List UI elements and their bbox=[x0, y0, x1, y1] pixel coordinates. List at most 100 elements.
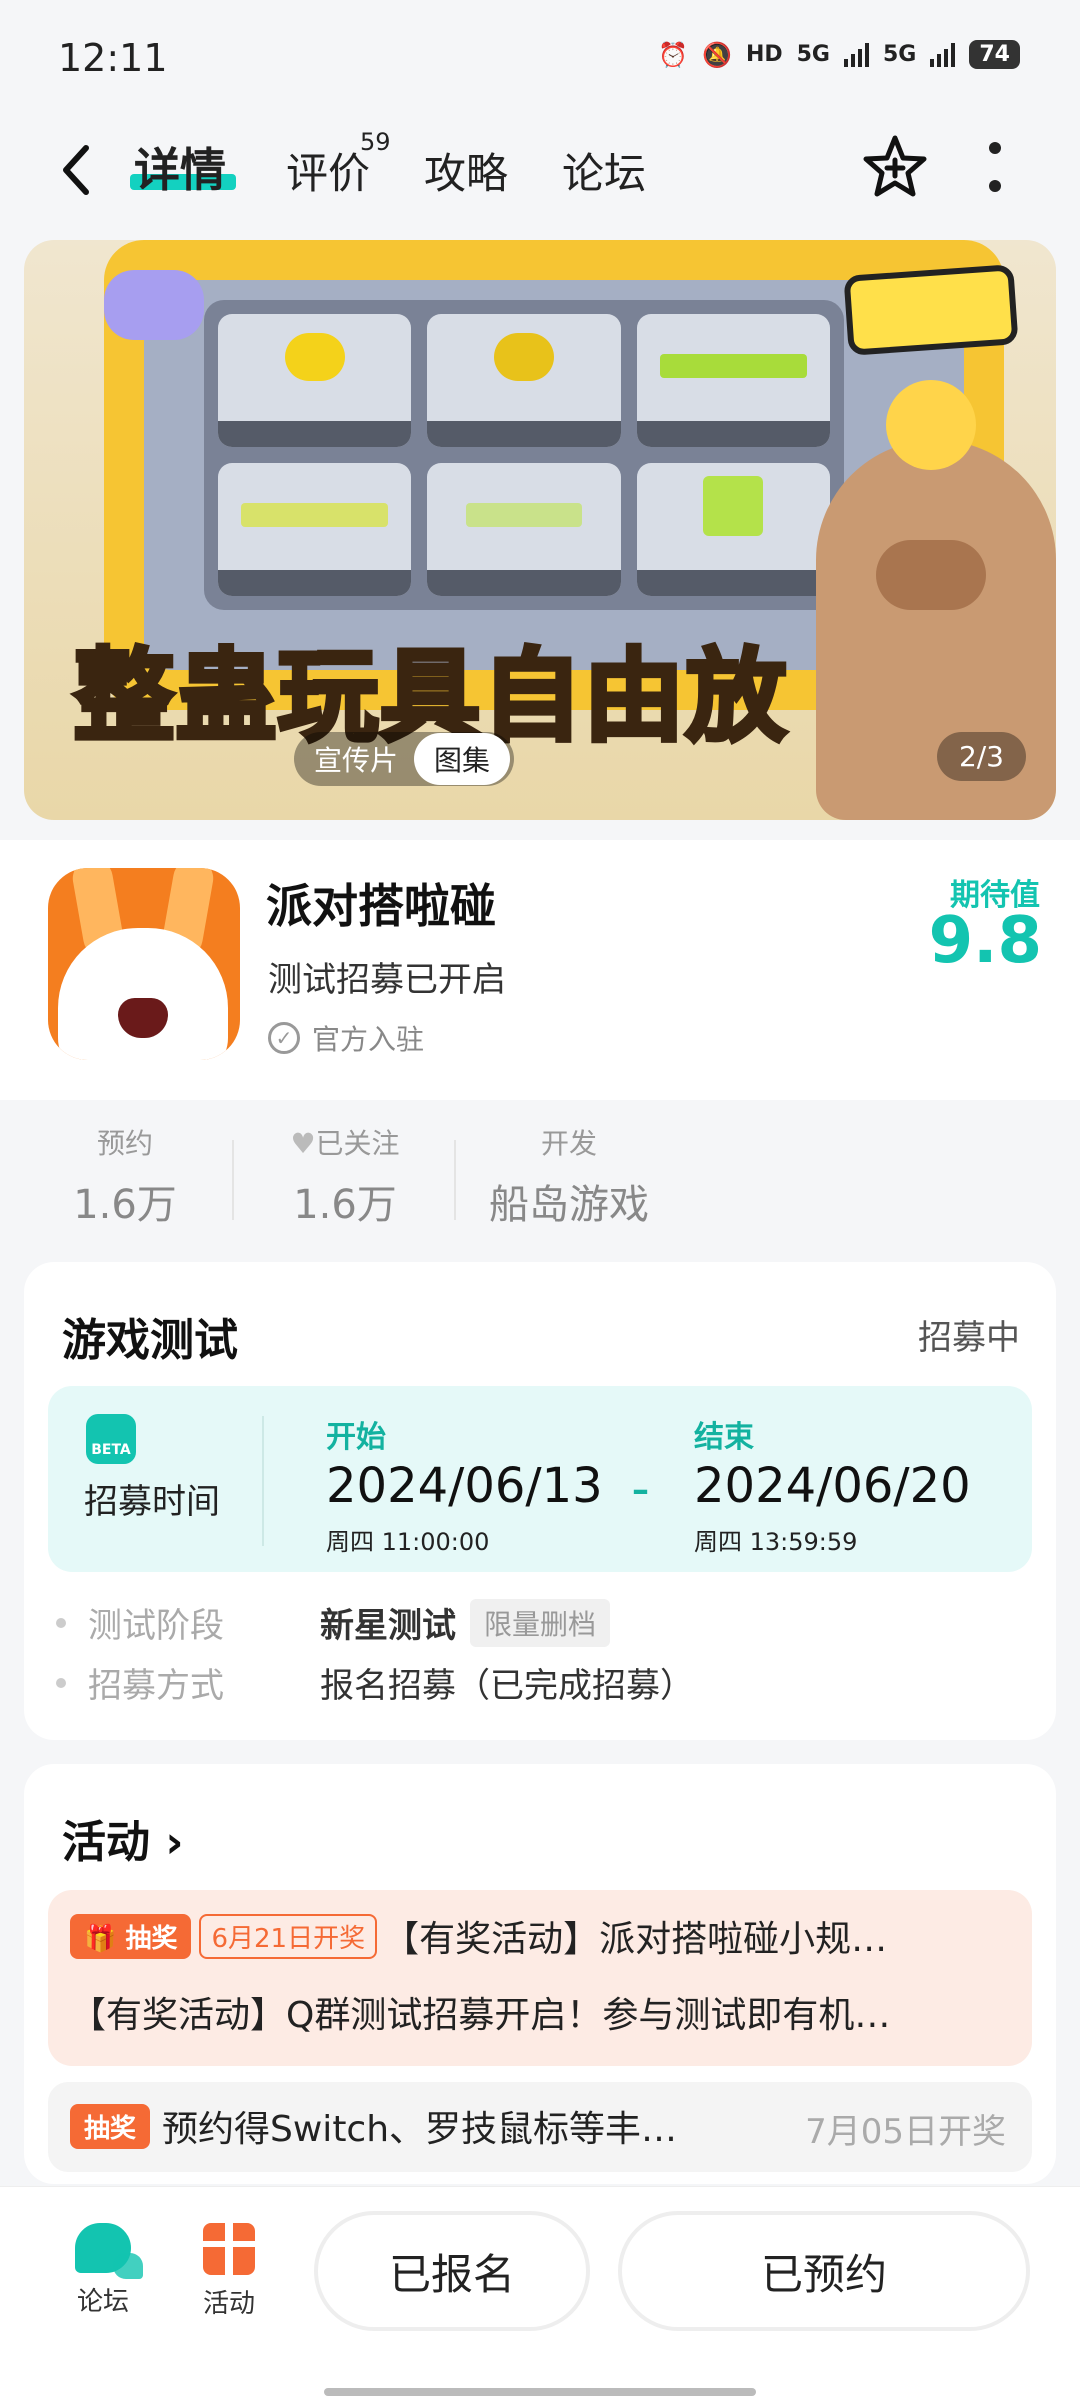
tab-details[interactable]: 详情 bbox=[134, 134, 226, 200]
more-options-button[interactable] bbox=[980, 142, 1010, 192]
tab-reviews[interactable]: 评价 bbox=[286, 140, 370, 201]
gift-icon: 🎁 bbox=[84, 1923, 117, 1954]
official-label: 官方入驻 bbox=[312, 1023, 425, 1056]
signal-icon bbox=[844, 42, 869, 67]
lottery-badge: 🎁 抽奖 bbox=[70, 1913, 192, 1959]
check-circle-icon: ✓ bbox=[268, 1022, 300, 1054]
activity-title-text: 预约得Switch、罗技鼠标等丰… bbox=[162, 2109, 678, 2150]
test-state: 招募中 bbox=[918, 1318, 1020, 1358]
stat-followers: ♥已关注 1.6万 bbox=[280, 1122, 410, 1230]
signal-icon-2 bbox=[930, 42, 956, 67]
phase-value: 新星测试 bbox=[320, 1606, 456, 1646]
stat-label: 预约 bbox=[96, 1127, 153, 1160]
activity-headline: 抽奖 预约得Switch、罗技鼠标等丰… bbox=[70, 2100, 677, 2152]
banner-tile bbox=[636, 314, 831, 447]
hd-icon: HD bbox=[745, 42, 783, 67]
game-status: 测试招募已开启 bbox=[268, 960, 506, 1000]
back-arrow-icon bbox=[63, 145, 89, 195]
reviews-count-badge: 59 bbox=[360, 128, 391, 156]
heart-icon: ♥ bbox=[290, 1127, 316, 1160]
lottery-badge: 抽奖 bbox=[70, 2103, 151, 2149]
bullet bbox=[56, 1617, 66, 1628]
signed-up-button[interactable]: 已报名 bbox=[314, 2211, 590, 2331]
method-value: 报名招募（已完成招募） bbox=[320, 1666, 694, 1706]
media-banner[interactable]: 整蛊玩具自由放 宣传片 图集 2/3 bbox=[24, 240, 1056, 820]
stat-developer[interactable]: 开发 船岛游戏 bbox=[484, 1122, 654, 1230]
developer-name[interactable]: 船岛游戏 bbox=[484, 1172, 654, 1230]
phase-label: 测试阶段 bbox=[88, 1606, 224, 1646]
divider bbox=[454, 1140, 456, 1220]
battery-icon: 74 bbox=[969, 40, 1020, 69]
reserved-button[interactable]: 已预约 bbox=[618, 2211, 1030, 2331]
test-title: 游戏测试 bbox=[62, 1315, 238, 1366]
date-separator: – bbox=[632, 1470, 649, 1510]
activity-item[interactable]: 抽奖 预约得Switch、罗技鼠标等丰… 7月05日开奖 bbox=[48, 2082, 1032, 2172]
divider bbox=[232, 1140, 234, 1220]
draw-date: 7月05日开奖 bbox=[805, 2112, 1006, 2152]
bottom-forum-button[interactable]: 论坛 bbox=[48, 2223, 158, 2318]
expectation-score: 9.8 bbox=[928, 904, 1042, 978]
banner-tile bbox=[636, 463, 831, 596]
recruit-time-label: 招募时间 bbox=[84, 1482, 220, 1522]
test-phase-row: 测试阶段 新星测试 限量删档 bbox=[56, 1598, 611, 1647]
chat-bubble-icon bbox=[75, 2223, 143, 2279]
status-time: 12:11 bbox=[58, 36, 168, 80]
mute-icon: 🔕 bbox=[702, 40, 732, 69]
game-test-card: 游戏测试 招募中 BETA 招募时间 开始 2024/06/13 周四 11:0… bbox=[24, 1262, 1056, 1740]
divider bbox=[262, 1416, 264, 1546]
game-logo-mark bbox=[843, 264, 1019, 356]
alarm-icon: ⏰ bbox=[658, 40, 689, 69]
bullet bbox=[56, 1677, 66, 1688]
banner-page-counter: 2/3 bbox=[936, 732, 1026, 781]
media-type-switch[interactable]: 宣传片 图集 bbox=[294, 732, 515, 786]
banner-item-grid bbox=[204, 300, 844, 610]
activity-headline: 🎁 抽奖 6月21日开奖 【有奖活动】派对搭啦碰小规… bbox=[70, 1910, 887, 1962]
bottom-action-bar: 论坛 活动 已报名 已预约 bbox=[0, 2186, 1080, 2400]
stats-row: 预约 1.6万 ♥已关注 1.6万 开发 船岛游戏 bbox=[0, 1100, 1080, 1240]
tab-forum[interactable]: 论坛 bbox=[562, 140, 646, 201]
banner-tile bbox=[427, 314, 621, 447]
activity-subtext: 【有奖活动】Q群测试招募开启！参与测试即有机… bbox=[70, 1995, 891, 2036]
status-bar: 12:11 ⏰ 🔕 HD 5G 5G 74 bbox=[0, 0, 1080, 120]
media-tab-video[interactable]: 宣传片 bbox=[314, 739, 398, 779]
official-badge: ✓ 官方入驻 bbox=[268, 1018, 424, 1058]
start-label: 开始 bbox=[326, 1420, 386, 1455]
phase-tag: 限量删档 bbox=[470, 1598, 611, 1647]
activity-item[interactable]: 🎁 抽奖 6月21日开奖 【有奖活动】派对搭啦碰小规… 【有奖活动】Q群测试招募… bbox=[48, 1890, 1032, 2066]
end-time: 周四 13:59:59 bbox=[694, 1528, 858, 1556]
star-icon bbox=[863, 135, 927, 197]
recruit-method-row: 招募方式 报名招募（已完成招募） bbox=[56, 1658, 694, 1707]
draw-date-tag: 6月21日开奖 bbox=[199, 1913, 378, 1959]
network-5g-icon: 5G bbox=[796, 42, 830, 67]
back-button[interactable] bbox=[58, 142, 98, 198]
end-date: 2024/06/20 bbox=[694, 1458, 971, 1514]
chevron-right-icon: › bbox=[165, 1817, 184, 1868]
stat-label: ♥已关注 bbox=[290, 1127, 400, 1160]
capybara-nose bbox=[876, 540, 986, 610]
controller-icon bbox=[104, 270, 204, 340]
forum-label: 论坛 bbox=[76, 2287, 129, 2317]
game-app-icon bbox=[48, 868, 240, 1060]
activity-title-link[interactable]: 活动 › bbox=[62, 1806, 183, 1870]
status-icons: ⏰ 🔕 HD 5G 5G 74 bbox=[658, 40, 1020, 69]
activity-card: 活动 › 🎁 抽奖 6月21日开奖 【有奖活动】派对搭啦碰小规… 【有奖活动】Q… bbox=[24, 1764, 1056, 2184]
bottom-activity-button[interactable]: 活动 bbox=[174, 2223, 284, 2320]
duck-mascot bbox=[886, 380, 976, 470]
start-date: 2024/06/13 bbox=[326, 1458, 603, 1514]
stat-value: 1.6万 bbox=[73, 1182, 177, 1228]
game-name: 派对搭啦碰 bbox=[266, 879, 496, 933]
end-label: 结束 bbox=[694, 1420, 754, 1455]
activity-label: 活动 bbox=[202, 2289, 255, 2319]
home-indicator[interactable] bbox=[324, 2388, 756, 2396]
recruit-time-box: BETA 招募时间 开始 2024/06/13 周四 11:00:00 – 结束… bbox=[48, 1386, 1032, 1572]
method-label: 招募方式 bbox=[88, 1666, 224, 1706]
tab-guides[interactable]: 攻略 bbox=[424, 140, 508, 201]
favorite-button[interactable] bbox=[860, 132, 930, 202]
beta-clock-icon: BETA bbox=[86, 1414, 136, 1464]
banner-tile bbox=[427, 463, 621, 596]
more-dot-icon bbox=[989, 180, 1001, 192]
media-tab-gallery[interactable]: 图集 bbox=[414, 733, 511, 785]
stat-value: 1.6万 bbox=[293, 1182, 397, 1228]
start-time: 周四 11:00:00 bbox=[326, 1528, 490, 1556]
more-dot-icon bbox=[989, 142, 1001, 154]
